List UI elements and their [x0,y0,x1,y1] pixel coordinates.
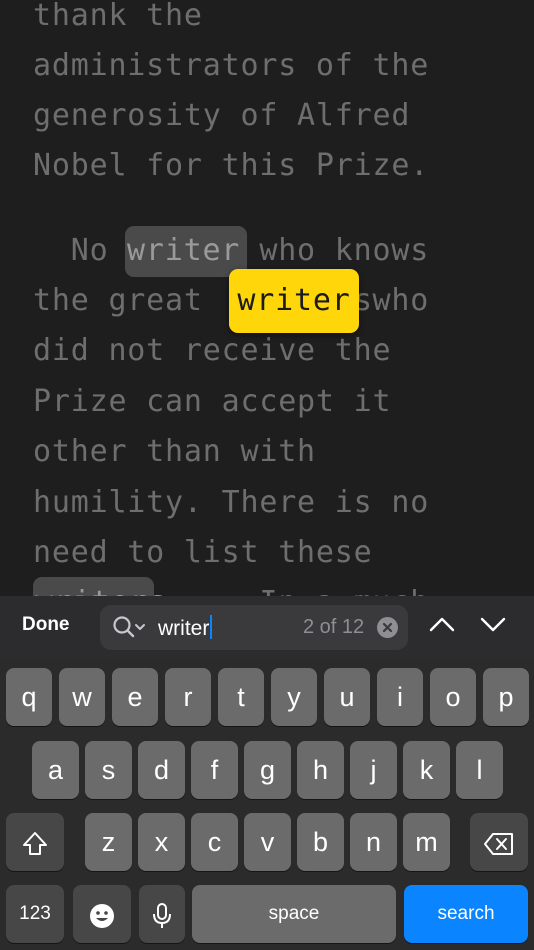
key-z[interactable]: z [85,813,132,871]
book-reader[interactable]: thank the administrators of the generosi… [0,0,534,596]
key-s[interactable]: s [85,741,132,799]
text-line: other than with [33,434,316,469]
clear-icon[interactable] [377,617,398,638]
text-line: thank the [33,0,203,33]
key-q[interactable]: q [6,668,52,726]
key-y[interactable]: y [271,668,317,726]
key-b[interactable]: b [297,813,344,871]
numbers-key[interactable]: 123 [6,885,64,943]
key-c[interactable]: c [191,813,238,871]
find-search-field[interactable]: writer 2 of 12 [100,605,408,650]
key-j[interactable]: j [350,741,397,799]
search-match-text: writers [35,578,167,596]
text-line: administrators of the [33,48,430,83]
search-key[interactable]: search [404,885,528,943]
key-d[interactable]: d [138,741,185,799]
key-p[interactable]: p [483,668,529,726]
key-w[interactable]: w [59,668,105,726]
emoji-key[interactable] [73,885,131,943]
backspace-key[interactable] [470,813,528,871]
key-l[interactable]: l [456,741,503,799]
microphone-icon [150,899,174,929]
key-o[interactable]: o [430,668,476,726]
text-line: Nobel for this Prize. [33,148,430,183]
keyboard: q w e r t y u i o p a s d f g h j k l z … [0,660,534,950]
search-match-text: writer [127,233,241,268]
current-match-highlight: writer [229,269,359,333]
key-x[interactable]: x [138,813,185,871]
done-button[interactable]: Done [22,614,70,636]
key-n[interactable]: n [350,813,397,871]
text-line: humility. There is no [33,485,430,520]
text-line: did not receive the [33,333,392,368]
key-i[interactable]: i [377,668,423,726]
key-k[interactable]: k [403,741,450,799]
key-e[interactable]: e [112,668,158,726]
space-key[interactable]: space [192,885,396,943]
key-m[interactable]: m [403,813,450,871]
find-in-page-bar: Done writer 2 of 12 [0,596,534,660]
emoji-icon [88,899,116,929]
key-h[interactable]: h [297,741,344,799]
key-f[interactable]: f [191,741,238,799]
search-options-icon[interactable] [112,615,148,645]
key-a[interactable]: a [32,741,79,799]
text-line: need to list these [33,535,373,570]
key-t[interactable]: t [218,668,264,726]
match-count: 2 of 12 [303,616,365,638]
key-g[interactable]: g [244,741,291,799]
backspace-icon [483,827,515,857]
text-line: Prize can accept it [33,384,392,419]
key-r[interactable]: r [165,668,211,726]
search-query: writer [158,615,213,641]
text-cursor [210,615,213,639]
text-line: generosity of Alfred [33,98,411,133]
shift-key[interactable] [6,813,64,871]
key-u[interactable]: u [324,668,370,726]
chevron-down-icon[interactable] [479,614,507,638]
key-v[interactable]: v [244,813,291,871]
dictation-key[interactable] [139,885,185,943]
chevron-up-icon[interactable] [428,614,456,638]
shift-icon [20,827,50,857]
